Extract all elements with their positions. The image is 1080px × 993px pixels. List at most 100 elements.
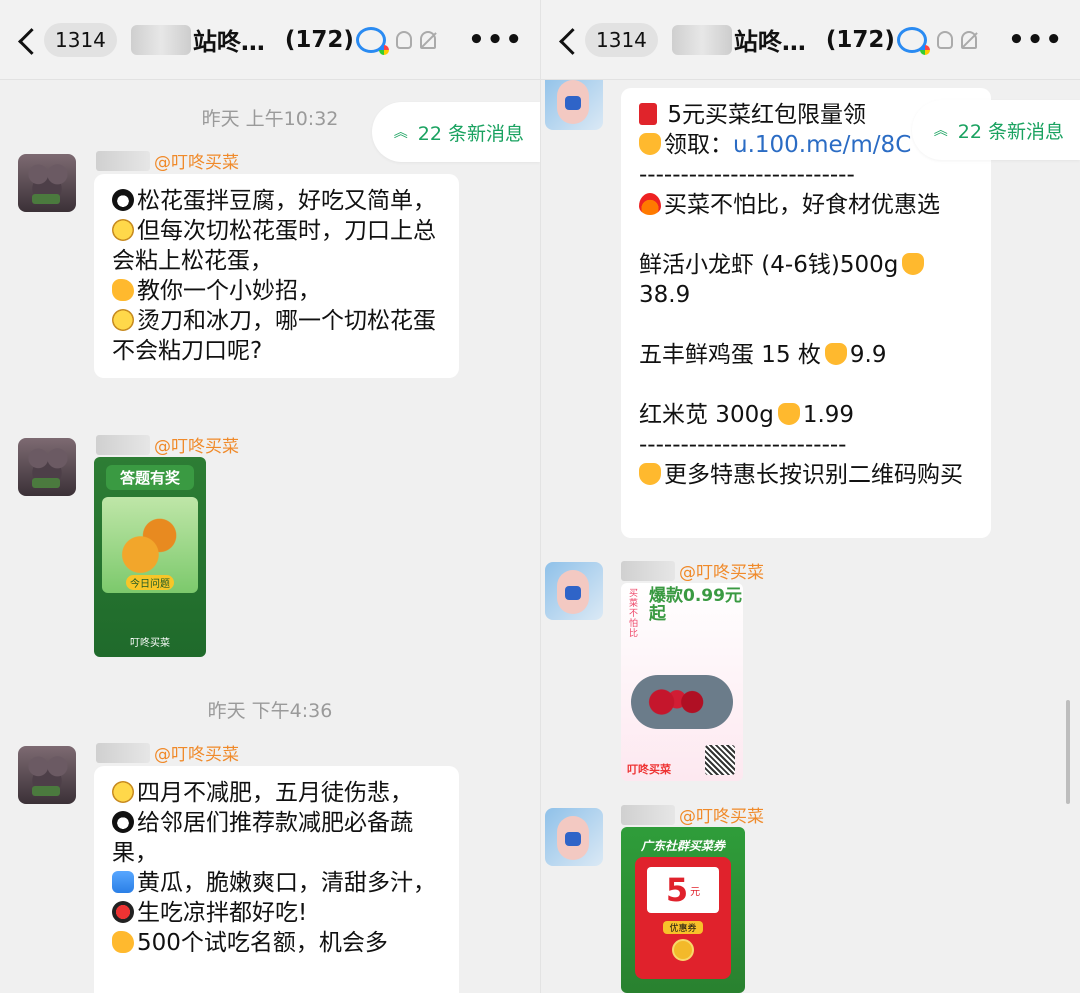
quiz-image[interactable]: 答题有奖 今日问题 叮咚买菜 xyxy=(94,457,206,657)
sender-tag: @叮咚买菜 xyxy=(154,437,239,457)
message-line: 给邻居们推荐款减肥必备蔬果， xyxy=(112,810,413,866)
unread-badge[interactable]: 1314 xyxy=(44,22,117,57)
scrollbar[interactable] xyxy=(1066,700,1070,804)
name-blur xyxy=(96,742,150,763)
product-line: 五丰鲜鸡蛋 15 枚 9.9 xyxy=(639,342,887,368)
chevron-up-icon: ︽ xyxy=(393,125,408,141)
chat-header: 1314 站咚… (172) ••• xyxy=(0,0,540,80)
rose-icon xyxy=(112,901,134,923)
cherries-illustration xyxy=(631,675,733,729)
penguin-icon xyxy=(112,189,134,211)
message-line: 买菜不怕比，好食材优惠选 xyxy=(639,190,973,220)
coin-icon xyxy=(672,939,694,961)
sender-name: @叮咚买菜 xyxy=(96,148,239,173)
chat-title[interactable]: 站咚… xyxy=(734,22,806,57)
coupon-link[interactable]: u.100.me/m/8C xyxy=(733,132,911,158)
message-line: 但每次切松花蛋时，刀口上总会粘上松花蛋， xyxy=(112,218,436,274)
brand-logo: 叮咚买菜 xyxy=(130,638,170,649)
ear-icon xyxy=(395,30,412,49)
hand-icon xyxy=(112,931,134,953)
brand-logo: 叮咚买菜 xyxy=(627,763,671,776)
sender-tag: @叮咚买菜 xyxy=(679,807,764,827)
product-line: 红米苋 300g 1.99 xyxy=(639,402,855,428)
chat-pane-right: 1314 站咚… (172) ••• 5元买菜红包限量领 领取：u.100.me… xyxy=(540,0,1080,993)
back-icon[interactable] xyxy=(16,25,38,55)
name-blur xyxy=(621,804,675,825)
coupon-ticket: 5 元 xyxy=(647,867,719,913)
product-price: 38.9 xyxy=(639,282,691,308)
mute-bell-icon xyxy=(419,30,436,49)
name-blur xyxy=(96,434,150,455)
coupon-image[interactable]: 广东社群买菜券 5 元 优惠券 xyxy=(621,827,745,993)
message-line: 烫刀和冰刀，哪一个切松花蛋不会粘刀口呢? xyxy=(112,308,436,364)
new-messages-button[interactable]: ︽ 22 条新消息 xyxy=(371,102,540,162)
name-blur xyxy=(621,560,675,581)
more-icon[interactable]: ••• xyxy=(468,25,524,55)
avatar[interactable] xyxy=(18,438,76,496)
divider-line: ------------------------- xyxy=(639,432,847,458)
penguin-icon xyxy=(112,811,134,833)
promo-side-text: 买菜不怕比 xyxy=(629,589,639,639)
member-count: (172) xyxy=(284,26,354,53)
qr-code[interactable] xyxy=(705,745,735,775)
back-icon[interactable] xyxy=(557,25,579,55)
member-count: (172) xyxy=(825,26,895,53)
pointing-down-icon xyxy=(639,463,661,485)
red-envelope: 5 元 优惠券 xyxy=(635,857,731,979)
sender-name: @叮咚买菜 xyxy=(96,432,239,457)
ear-icon xyxy=(936,30,953,49)
new-messages-button[interactable]: ︽ 22 条新消息 xyxy=(911,100,1080,160)
new-messages-label: 22 条新消息 xyxy=(957,120,1064,143)
sender-name: @叮咚买菜 xyxy=(621,558,764,583)
pointing-hand-icon xyxy=(639,133,661,155)
avatar[interactable] xyxy=(545,562,603,620)
qq-group-icon[interactable] xyxy=(896,26,930,55)
title-blur xyxy=(671,24,732,55)
divider-line: -------------------------- xyxy=(639,162,855,188)
promo-image[interactable]: 买菜不怕比 爆款0.99元起 叮咚买菜 xyxy=(621,583,743,781)
mute-bell-icon xyxy=(960,30,977,49)
message-line: 黄瓜，脆嫩爽口，清甜多汁， xyxy=(112,868,441,898)
pointing-hand-icon xyxy=(777,403,800,425)
message-line: 四月不减肥，五月徒伤悲， xyxy=(112,778,441,808)
smile-face-icon xyxy=(112,781,134,803)
hand-icon xyxy=(112,279,134,301)
sender-name: @叮咚买菜 xyxy=(621,802,764,827)
chat-header: 1314 站咚… (172) ••• xyxy=(541,0,1080,80)
name-blur xyxy=(96,150,150,171)
sender-tag: @叮咚买菜 xyxy=(679,563,764,583)
pointing-hand-icon xyxy=(902,253,925,275)
message-line: 更多特惠长按识别二维码购买 xyxy=(639,460,973,490)
avatar[interactable] xyxy=(18,746,76,804)
coupon-headline: 广东社群买菜券 xyxy=(640,839,725,853)
new-messages-label: 22 条新消息 xyxy=(417,122,524,145)
coupon-unit: 元 xyxy=(690,886,701,898)
sender-name: @叮咚买菜 xyxy=(96,740,239,765)
fire-icon xyxy=(639,193,661,215)
thinking-face-icon xyxy=(112,309,134,331)
message-line: 松花蛋拌豆腐，好吃又简单， xyxy=(112,186,441,216)
split-screen: 1314 站咚… (172) ••• 昨天 上午10:32 ︽ 22 条新消息 … xyxy=(0,0,1080,993)
sender-tag: @叮咚买菜 xyxy=(154,745,239,765)
avatar[interactable] xyxy=(545,808,603,866)
message-bubble[interactable]: 四月不减肥，五月徒伤悲， 给邻居们推荐款减肥必备蔬果， 黄瓜，脆嫩爽口，清甜多汁… xyxy=(94,766,459,993)
thumbs-up-icon xyxy=(112,871,134,893)
chat-pane-left: 1314 站咚… (172) ••• 昨天 上午10:32 ︽ 22 条新消息 … xyxy=(0,0,540,993)
red-envelope-icon xyxy=(639,103,657,125)
chevron-up-icon: ︽ xyxy=(933,123,948,139)
confused-face-icon xyxy=(112,219,134,241)
promo-headline: 爆款0.99元起 xyxy=(649,586,742,624)
quiz-tag: 今日问题 xyxy=(126,575,174,590)
more-icon[interactable]: ••• xyxy=(1008,25,1064,55)
message-line: 生吃凉拌都好吃! xyxy=(112,898,441,928)
message-bubble[interactable]: 松花蛋拌豆腐，好吃又简单， 但每次切松花蛋时，刀口上总会粘上松花蛋， 教你一个小… xyxy=(94,174,459,378)
coupon-amount: 5 xyxy=(665,871,689,909)
title-blur xyxy=(130,24,191,55)
avatar[interactable] xyxy=(545,72,603,130)
avatar[interactable] xyxy=(18,154,76,212)
chat-title[interactable]: 站咚… xyxy=(193,22,265,57)
unread-badge[interactable]: 1314 xyxy=(585,22,658,57)
message-line: 教你一个小妙招， xyxy=(112,276,441,306)
message-line: 500个试吃名额，机会多 xyxy=(112,928,441,958)
qq-group-icon[interactable] xyxy=(355,26,389,55)
